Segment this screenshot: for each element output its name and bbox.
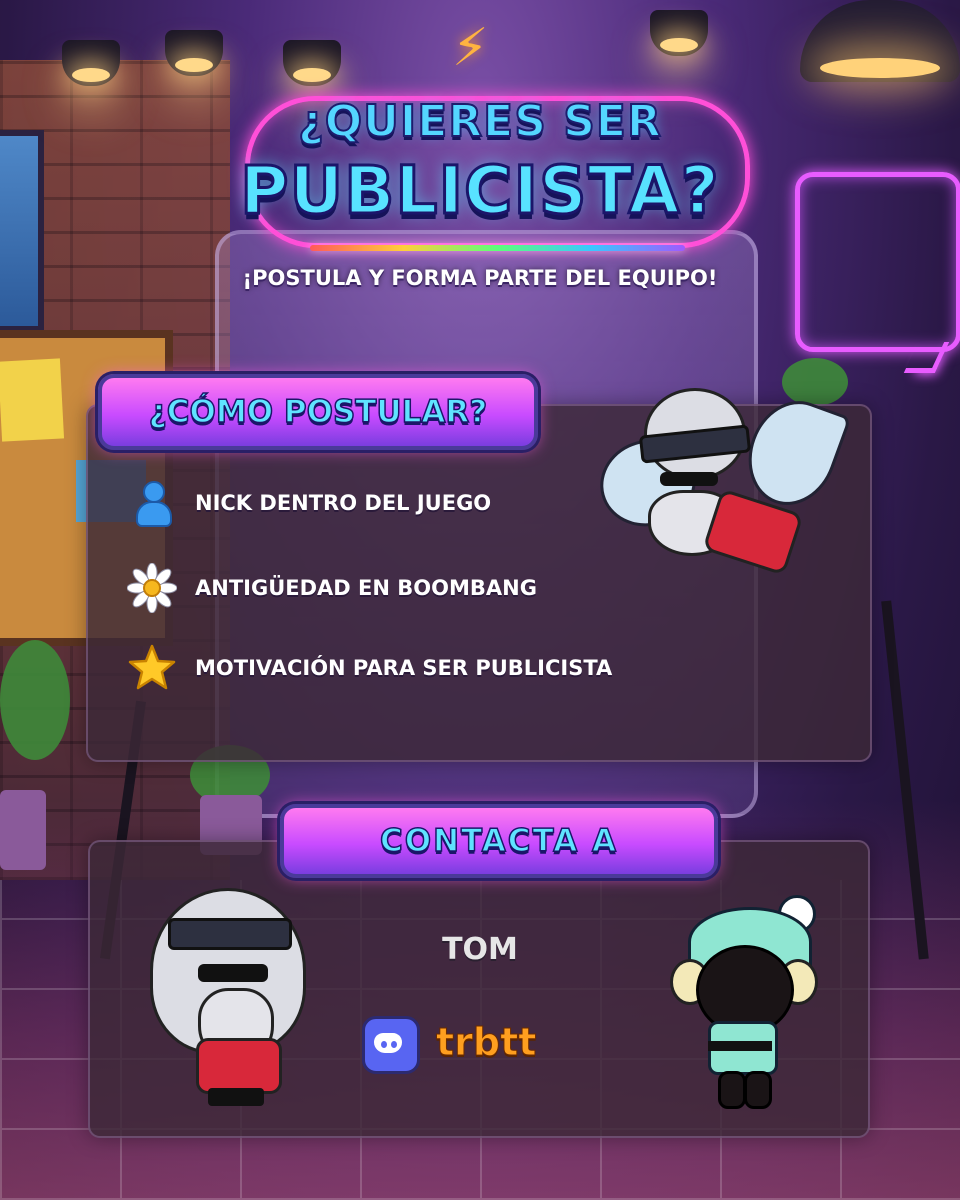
pendant-lamp <box>800 0 960 82</box>
discord-contact: trbtt <box>362 1014 582 1074</box>
winged-wizard-character <box>590 380 852 590</box>
requirement-label: ANTIGÜEDAD EN BOOMBANG <box>195 576 537 600</box>
person-icon <box>125 476 179 530</box>
how-to-apply-heading: ¿CÓMO POSTULAR? <box>148 393 488 431</box>
discord-icon <box>362 1016 420 1074</box>
sticky-note-yellow <box>0 358 65 442</box>
spotlight-lamp-3 <box>283 40 341 86</box>
subtitle: ¡POSTULA Y FORMA PARTE DEL EQUIPO! <box>242 266 718 290</box>
spotlight-lamp-2 <box>165 30 223 76</box>
requirement-label: MOTIVACIÓN PARA SER PUBLICISTA <box>195 656 613 680</box>
daisy-icon <box>125 561 179 615</box>
wizard-character <box>150 888 310 1118</box>
pot-left <box>0 790 46 870</box>
spotlight-lamp-1 <box>62 40 120 86</box>
promo-canvas: ⚡ ¿QUIERES SER PUBLICISTA? ¡POSTULA Y FO… <box>0 0 960 1200</box>
requirement-label: NICK DENTRO DEL JUEGO <box>195 491 492 515</box>
plant-left <box>0 640 70 760</box>
spotlight-lamp-4 <box>650 10 708 56</box>
contact-heading: CONTACTA A <box>379 822 619 860</box>
requirement-item-motivation: MOTIVACIÓN PARA SER PUBLICISTA <box>125 641 685 695</box>
discord-handle: trbtt <box>435 1020 537 1065</box>
lightning-bolt-icon: ⚡ <box>452 18 489 78</box>
title-line-1: ¿QUIERES SER <box>297 95 662 148</box>
contact-header: CONTACTA A <box>280 804 718 878</box>
star-icon <box>125 641 179 695</box>
how-to-apply-header: ¿CÓMO POSTULAR? <box>98 374 538 450</box>
beanie-character <box>670 895 820 1115</box>
title-line-2: PUBLICISTA? <box>239 151 721 231</box>
